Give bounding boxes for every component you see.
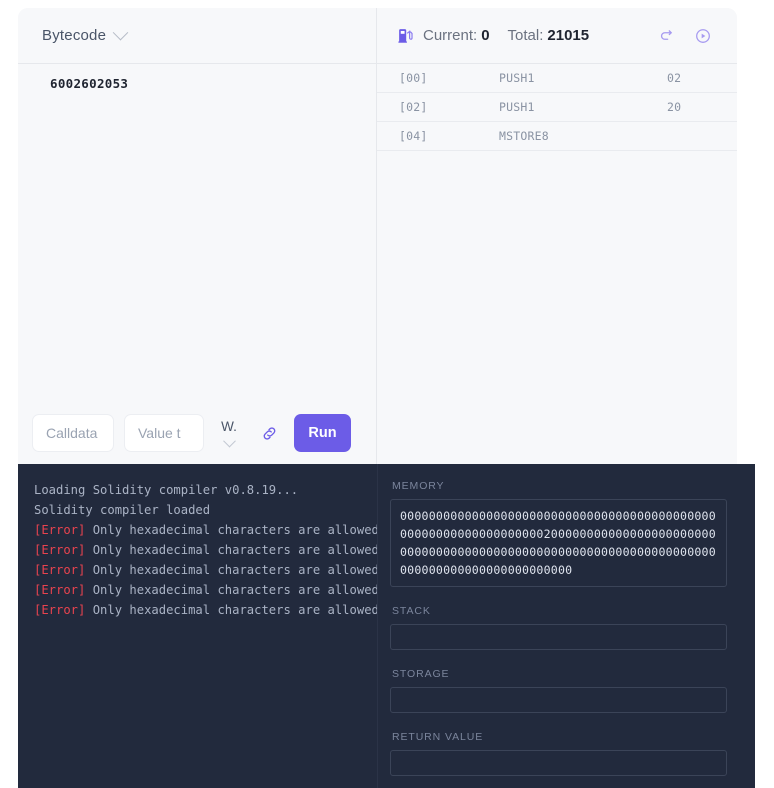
- stack-label: STACK: [392, 605, 431, 617]
- opcode-arg: 20: [667, 100, 682, 114]
- console-text: Solidity compiler loaded: [34, 503, 211, 517]
- execution-controls: [654, 24, 715, 48]
- console-text: Only hexadecimal characters are allowed: [85, 583, 378, 597]
- gas-pump-glyph: [398, 29, 413, 43]
- state-inspector: MEMORY 000000000000000000000000000000000…: [378, 464, 755, 788]
- run-button[interactable]: Run: [294, 414, 351, 452]
- value-unit-selector[interactable]: W.: [214, 413, 244, 453]
- console-text: Only hexadecimal characters are allowed: [85, 543, 378, 557]
- memory-box[interactable]: 0000000000000000000000000000000000000000…: [390, 499, 727, 587]
- opcode-name: PUSH1: [499, 100, 535, 114]
- execution-column: Current: 0 Total: 21015 [00] PUSH1 02 [0…: [377, 8, 737, 464]
- console-line: [Error] Only hexadecimal characters are …: [34, 600, 377, 620]
- storage-box[interactable]: [390, 687, 727, 713]
- reset-arrow-icon: [660, 30, 672, 40]
- editor-header: Bytecode: [18, 8, 376, 64]
- link-icon: [263, 426, 275, 440]
- evm-playground-app: Bytecode 6002602053 W.: [0, 0, 774, 788]
- share-link-button[interactable]: [254, 417, 284, 449]
- opcode-name: PUSH1: [499, 71, 535, 85]
- gas-total: Total: 21015: [508, 27, 590, 44]
- stack-box[interactable]: [390, 624, 727, 650]
- console-text: Only hexadecimal characters are allowed: [85, 563, 378, 577]
- return-value-box[interactable]: [390, 750, 727, 776]
- storage-label: STORAGE: [392, 668, 450, 680]
- value-input[interactable]: [124, 414, 204, 452]
- console-line: [Error] Only hexadecimal characters are …: [34, 560, 377, 580]
- gas-total-value: 21015: [547, 27, 590, 44]
- play-circle-icon: [696, 28, 710, 43]
- table-row[interactable]: [02] PUSH1 20: [377, 93, 737, 122]
- console-error-tag: [Error]: [34, 603, 86, 617]
- opcode-table[interactable]: [00] PUSH1 02 [02] PUSH1 20 [04] MSTORE8: [377, 64, 737, 464]
- opcode-pc: [04]: [399, 129, 428, 143]
- console-line: [Error] Only hexadecimal characters are …: [34, 580, 377, 600]
- memory-value: 0000000000000000000000000000000000000000…: [400, 509, 716, 577]
- gas-header: Current: 0 Total: 21015: [377, 8, 737, 64]
- opcode-name: MSTORE8: [499, 129, 549, 143]
- mode-selector-label: Bytecode: [42, 27, 107, 44]
- mode-selector[interactable]: Bytecode: [42, 24, 129, 44]
- value-unit-label: W.: [221, 419, 237, 434]
- gas-current-label: Current:: [423, 27, 478, 44]
- console-output[interactable]: Loading Solidity compiler v0.8.19... Sol…: [18, 464, 378, 788]
- memory-label: MEMORY: [392, 480, 445, 492]
- bottom-panel: Loading Solidity compiler v0.8.19... Sol…: [18, 464, 755, 788]
- bytecode-editor[interactable]: 6002602053: [18, 64, 376, 402]
- console-error-tag: [Error]: [34, 543, 86, 557]
- gas-current: Current: 0: [423, 27, 490, 44]
- console-error-tag: [Error]: [34, 583, 86, 597]
- console-text: Only hexadecimal characters are allowed: [85, 603, 378, 617]
- console-text: Loading Solidity compiler v0.8.19...: [34, 483, 299, 497]
- top-card: Bytecode 6002602053 W.: [18, 8, 737, 464]
- gas-pump-icon: [397, 27, 414, 44]
- console-text: Only hexadecimal characters are allowed: [85, 523, 378, 537]
- calldata-input[interactable]: [32, 414, 114, 452]
- console-line: Loading Solidity compiler v0.8.19...: [34, 480, 363, 500]
- chevron-down-icon: [112, 24, 129, 41]
- reset-button[interactable]: [654, 24, 678, 48]
- console-line: [Error] Only hexadecimal characters are …: [34, 520, 377, 540]
- gas-total-label: Total:: [507, 27, 544, 44]
- console-line: [Error] Only hexadecimal characters are …: [34, 540, 377, 560]
- chevron-down-icon: [222, 434, 236, 448]
- console-error-tag: [Error]: [34, 523, 86, 537]
- opcode-pc: [00]: [399, 71, 428, 85]
- step-run-button[interactable]: [691, 24, 715, 48]
- opcode-pc: [02]: [399, 100, 428, 114]
- return-value-label: RETURN VALUE: [392, 731, 484, 743]
- table-row[interactable]: [04] MSTORE8: [377, 122, 737, 151]
- console-error-tag: [Error]: [34, 563, 86, 577]
- console-line: Solidity compiler loaded: [34, 500, 363, 520]
- bytecode-line: 6002602053: [50, 76, 129, 91]
- opcode-arg: 02: [667, 71, 682, 85]
- gas-current-value: 0: [481, 27, 490, 44]
- editor-column: Bytecode 6002602053 W.: [18, 8, 377, 464]
- run-toolbar: W. Run: [18, 402, 376, 464]
- table-row[interactable]: [00] PUSH1 02: [377, 64, 737, 93]
